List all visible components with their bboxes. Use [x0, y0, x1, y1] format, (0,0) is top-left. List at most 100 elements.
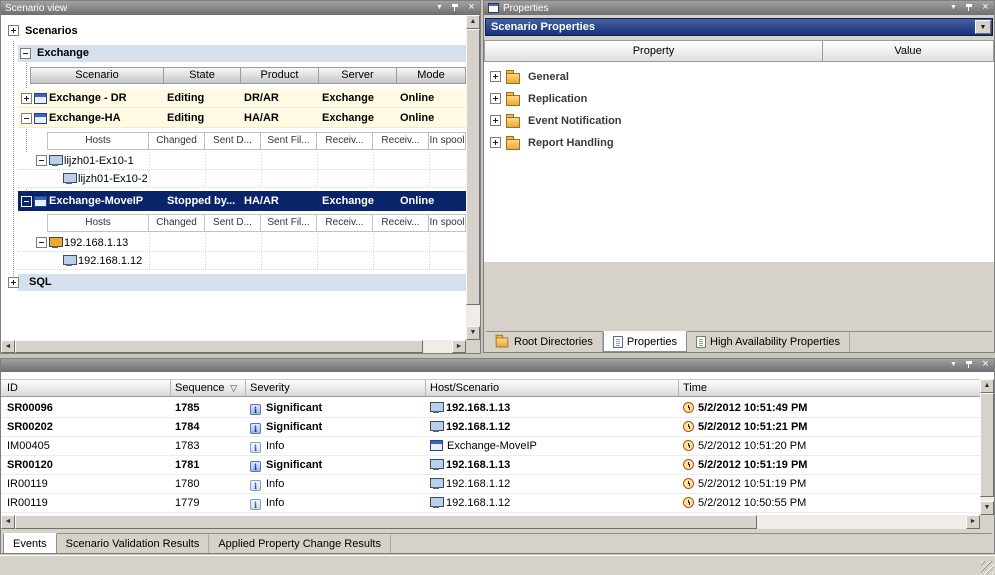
- column-header-changed[interactable]: Changed: [149, 214, 205, 232]
- column-header-server[interactable]: Server: [319, 67, 397, 84]
- event-row[interactable]: SR00120 1781 Significant 192.168.1.13 5/…: [1, 456, 980, 475]
- column-header-sent-data[interactable]: Sent D...: [205, 132, 261, 150]
- panel-menu-icon[interactable]: ▼: [947, 359, 960, 371]
- column-header-sent-data[interactable]: Sent D...: [205, 214, 261, 232]
- tab-events[interactable]: Events: [3, 533, 57, 554]
- scroll-right-icon[interactable]: ►: [966, 515, 980, 529]
- scenario-row-exchange-ha[interactable]: Exchange-HA Editing HA/AR Exchange Onlin…: [18, 109, 466, 128]
- column-header-product[interactable]: Product: [241, 67, 319, 84]
- scroll-down-icon[interactable]: ▼: [466, 326, 480, 340]
- column-header-severity[interactable]: Severity: [246, 379, 426, 397]
- column-header-sent-files[interactable]: Sent Fil...: [261, 132, 317, 150]
- column-header-changed[interactable]: Changed: [149, 132, 205, 150]
- scrollbar-thumb[interactable]: [15, 340, 423, 353]
- close-icon[interactable]: ×: [979, 2, 992, 14]
- tree-item-sql-group[interactable]: SQL: [1, 274, 466, 291]
- group-row-highlight: [18, 274, 466, 291]
- column-header-received-files[interactable]: Receiv...: [373, 132, 429, 150]
- column-header-scenario[interactable]: Scenario: [30, 67, 164, 84]
- host-row-master[interactable]: lijzh01-Ex10-1: [18, 152, 466, 170]
- tab-scenario-validation-results[interactable]: Scenario Validation Results: [57, 534, 210, 554]
- panel-menu-icon[interactable]: ▼: [433, 2, 446, 14]
- event-sequence: 1785: [171, 399, 246, 417]
- collapse-icon[interactable]: [21, 196, 32, 207]
- column-header-sent-files[interactable]: Sent Fil...: [261, 214, 317, 232]
- close-icon[interactable]: ×: [979, 359, 992, 371]
- events-tabbar: Events Scenario Validation Results Appli…: [3, 533, 992, 553]
- chevron-down-icon[interactable]: ▼: [975, 20, 991, 34]
- property-group-event-notification[interactable]: Event Notification: [484, 111, 994, 132]
- tree-item-label: Scenarios: [25, 23, 78, 39]
- column-header-mode[interactable]: Mode: [397, 67, 466, 84]
- scrollbar-thumb[interactable]: [980, 393, 994, 497]
- scroll-down-icon[interactable]: ▼: [980, 501, 994, 515]
- host-row-replica[interactable]: lijzh01-Ex10-2: [18, 170, 466, 188]
- scenario-view-panel: Scenario view ▼ × Scenarios Exchange Sce…: [0, 0, 481, 354]
- close-icon[interactable]: ×: [465, 2, 478, 14]
- host-row-master[interactable]: 192.168.1.13: [18, 234, 466, 252]
- tab-root-directories[interactable]: Root Directories: [486, 332, 603, 352]
- panel-menu-icon[interactable]: ▼: [947, 2, 960, 14]
- tab-high-availability-properties[interactable]: High Availability Properties: [687, 332, 850, 352]
- column-header-id[interactable]: ID: [1, 379, 171, 397]
- scrollbar-thumb[interactable]: [466, 29, 480, 305]
- horizontal-scrollbar[interactable]: ◄ ►: [1, 515, 980, 529]
- scroll-up-icon[interactable]: ▲: [466, 15, 480, 29]
- properties-selector-value: Scenario Properties: [491, 21, 595, 33]
- vertical-scrollbar[interactable]: ▲ ▼: [466, 15, 480, 340]
- column-header-value[interactable]: Value: [823, 40, 994, 62]
- scroll-right-icon[interactable]: ►: [452, 340, 466, 353]
- scenario-row-exchange-moveip[interactable]: Exchange-MoveIP Stopped by... HA/AR Exch…: [18, 191, 466, 211]
- scenario-row-exchange-dr[interactable]: Exchange - DR Editing DR/AR Exchange Onl…: [18, 89, 466, 108]
- column-header-in-spool[interactable]: In spool: [429, 132, 466, 150]
- expand-icon[interactable]: [490, 115, 501, 126]
- scroll-up-icon[interactable]: ▲: [980, 379, 994, 393]
- scroll-left-icon[interactable]: ◄: [1, 340, 15, 353]
- tab-applied-property-change-results[interactable]: Applied Property Change Results: [209, 534, 391, 554]
- property-group-report-handling[interactable]: Report Handling: [484, 133, 994, 154]
- column-header-in-spool[interactable]: In spool: [429, 214, 466, 232]
- expand-icon[interactable]: [490, 71, 501, 82]
- properties-selector[interactable]: Scenario Properties ▼: [485, 18, 993, 36]
- column-header-received-data[interactable]: Receiv...: [317, 132, 373, 150]
- scroll-left-icon[interactable]: ◄: [1, 515, 15, 529]
- expand-icon[interactable]: [8, 277, 19, 288]
- collapse-icon[interactable]: [21, 113, 32, 124]
- tab-properties[interactable]: Properties: [603, 331, 687, 352]
- column-header-host-scenario[interactable]: Host/Scenario: [426, 379, 679, 397]
- event-row[interactable]: IM00405 1783 Info Exchange-MoveIP 5/2/20…: [1, 437, 980, 456]
- column-header-hosts[interactable]: Hosts: [47, 132, 149, 150]
- expand-icon[interactable]: [490, 137, 501, 148]
- pin-icon[interactable]: [963, 2, 976, 14]
- vertical-scrollbar[interactable]: ▲ ▼: [980, 379, 994, 515]
- scrollbar-thumb[interactable]: [15, 515, 757, 529]
- events-table: ID Sequence ▽ Severity Host/Scenario Tim…: [1, 372, 994, 529]
- column-header-state[interactable]: State: [164, 67, 241, 84]
- collapse-icon[interactable]: [36, 237, 47, 248]
- event-row[interactable]: IR00119 1779 Info 192.168.1.12 5/2/2012 …: [1, 494, 980, 513]
- column-header-sequence[interactable]: Sequence ▽: [171, 379, 246, 397]
- collapse-icon[interactable]: [20, 48, 31, 59]
- tree-item-exchange-group[interactable]: Exchange: [1, 45, 466, 62]
- column-header-received-files[interactable]: Receiv...: [373, 214, 429, 232]
- event-row[interactable]: IR00119 1780 Info 192.168.1.12 5/2/2012 …: [1, 475, 980, 494]
- pin-icon[interactable]: [449, 2, 462, 14]
- resize-grip[interactable]: [981, 561, 994, 574]
- expand-icon[interactable]: [21, 93, 32, 104]
- column-header-property[interactable]: Property: [484, 40, 823, 62]
- property-group-general[interactable]: General: [484, 67, 994, 88]
- pin-icon[interactable]: [963, 359, 976, 371]
- tree-item-scenarios[interactable]: Scenarios: [1, 23, 466, 39]
- expand-icon[interactable]: [8, 25, 19, 36]
- event-row[interactable]: SR00202 1784 Significant 192.168.1.12 5/…: [1, 418, 980, 437]
- host-row-replica[interactable]: 192.168.1.12: [18, 252, 466, 270]
- column-header-received-data[interactable]: Receiv...: [317, 214, 373, 232]
- horizontal-scrollbar[interactable]: ◄ ►: [1, 340, 466, 353]
- property-group-replication[interactable]: Replication: [484, 89, 994, 110]
- event-id: IM00405: [1, 437, 171, 455]
- event-row[interactable]: SR00096 1785 Significant 192.168.1.13 5/…: [1, 399, 980, 418]
- collapse-icon[interactable]: [36, 155, 47, 166]
- column-header-time[interactable]: Time: [679, 379, 980, 397]
- column-header-hosts[interactable]: Hosts: [47, 214, 149, 232]
- expand-icon[interactable]: [490, 93, 501, 104]
